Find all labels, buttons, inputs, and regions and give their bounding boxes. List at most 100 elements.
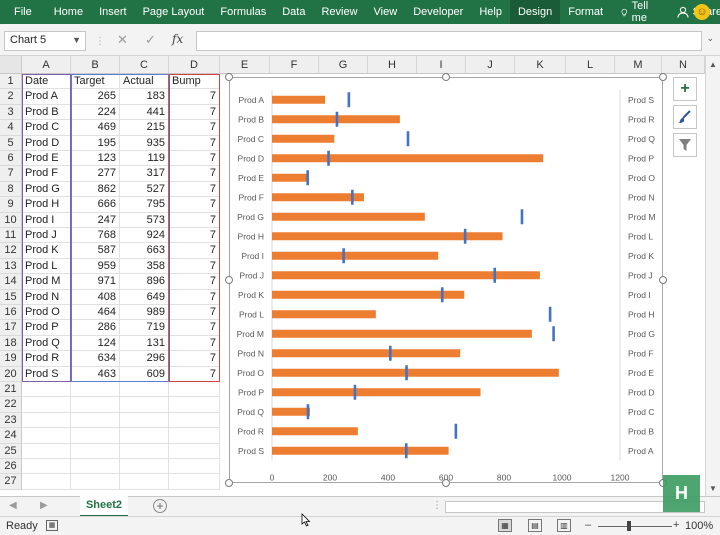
row-header[interactable]: 26 (0, 459, 22, 475)
table-cell[interactable]: 7 (169, 243, 220, 259)
table-cell[interactable]: 768 (71, 228, 120, 244)
row-header[interactable]: 6 (0, 151, 22, 167)
empty-cell[interactable] (71, 397, 120, 413)
table-cell[interactable]: Prod C (22, 120, 71, 136)
empty-cell[interactable] (169, 428, 220, 444)
table-cell[interactable]: 7 (169, 212, 220, 228)
row-header[interactable]: 8 (0, 181, 22, 198)
column-header[interactable]: N (662, 56, 705, 74)
tab-home[interactable]: Home (46, 0, 91, 24)
tab-developer[interactable]: Developer (405, 0, 471, 24)
resize-handle[interactable] (659, 73, 667, 81)
table-cell[interactable]: 971 (71, 274, 120, 290)
table-cell[interactable]: 265 (71, 89, 120, 105)
row-header[interactable]: 16 (0, 305, 22, 321)
table-cell[interactable]: 7 (169, 366, 220, 382)
empty-cell[interactable] (169, 443, 220, 459)
resize-handle[interactable] (442, 73, 450, 81)
table-cell[interactable]: 7 (169, 289, 220, 305)
empty-cell[interactable] (71, 443, 120, 459)
zoom-level[interactable]: 100% (685, 520, 713, 532)
table-cell[interactable]: 7 (169, 351, 220, 367)
page-layout-view-icon[interactable]: ▤ (528, 519, 542, 532)
tab-view[interactable]: View (366, 0, 406, 24)
table-cell[interactable]: Prod E (22, 151, 71, 167)
row-header[interactable]: 24 (0, 428, 22, 444)
table-cell[interactable]: Prod I (22, 212, 71, 228)
empty-cell[interactable] (169, 397, 220, 413)
zoom-slider-thumb[interactable] (627, 521, 631, 531)
row-header[interactable]: 15 (0, 289, 22, 305)
select-all-corner[interactable] (0, 56, 22, 74)
sheet-tab[interactable]: Sheet2 (80, 496, 128, 517)
table-cell[interactable]: 408 (71, 289, 120, 305)
row-header[interactable]: 3 (0, 104, 22, 121)
table-cell[interactable]: 469 (71, 120, 120, 136)
zoom-in-icon[interactable]: + (673, 519, 679, 531)
row-header[interactable]: 18 (0, 335, 22, 352)
table-cell[interactable]: Prod F (22, 166, 71, 182)
table-cell[interactable]: 358 (120, 258, 169, 275)
table-cell[interactable]: 7 (169, 166, 220, 182)
table-cell[interactable]: 719 (120, 320, 169, 336)
empty-cell[interactable] (120, 443, 169, 459)
feedback-smiley-icon[interactable]: ☺ (694, 4, 710, 20)
enter-icon[interactable]: ✓ (145, 32, 156, 48)
column-header[interactable]: D (169, 56, 220, 74)
empty-cell[interactable] (22, 428, 71, 444)
row-header[interactable]: 25 (0, 443, 22, 459)
header-cell[interactable]: Target (71, 74, 120, 90)
chart-area[interactable]: Prod A Prod S Prod B Prod R Prod C Prod Q Prod… (229, 77, 663, 483)
table-cell[interactable]: 224 (71, 104, 120, 121)
table-cell[interactable]: 587 (71, 243, 120, 259)
empty-cell[interactable] (71, 459, 120, 475)
tab-page-layout[interactable]: Page Layout (135, 0, 213, 24)
table-cell[interactable]: 464 (71, 305, 120, 321)
table-cell[interactable]: 649 (120, 289, 169, 305)
resize-handle[interactable] (225, 276, 233, 284)
empty-cell[interactable] (22, 397, 71, 413)
table-cell[interactable]: 634 (71, 351, 120, 367)
row-header[interactable]: 10 (0, 212, 22, 228)
empty-cell[interactable] (120, 412, 169, 429)
row-header[interactable]: 5 (0, 135, 22, 151)
table-cell[interactable]: 7 (169, 120, 220, 136)
empty-cell[interactable] (169, 382, 220, 398)
macro-record-icon[interactable]: ▦ (46, 520, 58, 531)
table-cell[interactable]: Prod Q (22, 335, 71, 352)
tab-insert[interactable]: Insert (91, 0, 135, 24)
tab-data[interactable]: Data (274, 0, 313, 24)
table-cell[interactable]: 935 (120, 135, 169, 151)
empty-cell[interactable] (120, 474, 169, 490)
row-header[interactable]: 14 (0, 274, 22, 290)
table-cell[interactable]: 666 (71, 197, 120, 213)
table-cell[interactable]: 463 (71, 366, 120, 382)
empty-cell[interactable] (169, 459, 220, 475)
table-cell[interactable]: 215 (120, 120, 169, 136)
resize-handle[interactable] (225, 479, 233, 487)
column-header[interactable]: I (417, 56, 466, 74)
resize-handle[interactable] (659, 276, 667, 284)
resize-handle[interactable] (225, 73, 233, 81)
empty-cell[interactable] (71, 428, 120, 444)
table-cell[interactable]: 195 (71, 135, 120, 151)
table-cell[interactable]: 183 (120, 89, 169, 105)
empty-cell[interactable] (120, 428, 169, 444)
empty-cell[interactable] (22, 459, 71, 475)
tab-file[interactable]: File (0, 0, 46, 24)
table-cell[interactable]: 441 (120, 104, 169, 121)
empty-cell[interactable] (120, 382, 169, 398)
empty-cell[interactable] (71, 382, 120, 398)
table-cell[interactable]: Prod K (22, 243, 71, 259)
table-cell[interactable]: Prod P (22, 320, 71, 336)
chart-elements-button[interactable]: + (673, 77, 697, 101)
chart-filters-button[interactable] (673, 133, 697, 157)
cancel-icon[interactable]: ✕ (117, 32, 128, 48)
table-cell[interactable]: Prod B (22, 104, 71, 121)
table-cell[interactable]: 7 (169, 258, 220, 275)
table-cell[interactable]: 924 (120, 228, 169, 244)
row-header[interactable]: 12 (0, 243, 22, 259)
expand-chevron-icon[interactable]: ⌄ (706, 33, 714, 44)
column-header[interactable]: B (71, 56, 120, 74)
table-cell[interactable]: 317 (120, 166, 169, 182)
